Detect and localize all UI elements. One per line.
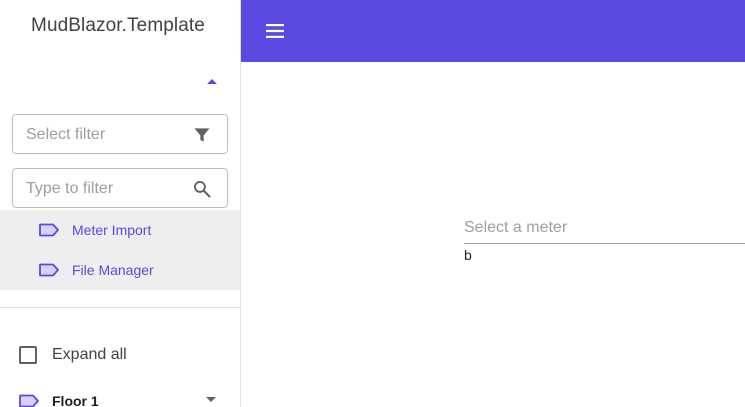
label-icon <box>38 223 60 237</box>
tree-item-label: Floor 1 <box>52 393 99 407</box>
nav-item-meter-import[interactable]: Meter Import <box>0 210 240 250</box>
select-meter-dropdown[interactable]: Select a meter <box>464 212 745 244</box>
type-to-filter-input[interactable]: Type to filter <box>12 168 228 208</box>
search-icon[interactable] <box>192 179 212 199</box>
app-bar <box>241 0 745 62</box>
nav-item-label: Meter Import <box>72 222 152 238</box>
nav-menu: Meter Import File Manager <box>0 210 240 290</box>
meter-value-text: b <box>464 247 472 263</box>
select-filter-dropdown[interactable]: Select filter <box>12 114 228 154</box>
label-icon <box>38 263 60 277</box>
filter-icon[interactable] <box>192 125 212 145</box>
hamburger-menu-icon[interactable] <box>263 19 287 43</box>
select-meter-placeholder: Select a meter <box>464 219 568 236</box>
expand-all-toggle[interactable]: Expand all <box>0 338 240 372</box>
nav-item-file-manager[interactable]: File Manager <box>0 250 240 290</box>
label-icon <box>18 394 40 407</box>
expand-all-label: Expand all <box>52 346 127 363</box>
main-content: Select a meter b <box>241 62 745 407</box>
caret-up-icon[interactable] <box>206 76 218 88</box>
expand-all-checkbox[interactable] <box>19 346 37 364</box>
select-filter-placeholder: Select filter <box>26 126 106 143</box>
app-title: MudBlazor.Template <box>31 15 205 36</box>
nav-item-label: File Manager <box>72 262 154 278</box>
type-to-filter-placeholder: Type to filter <box>26 180 114 197</box>
caret-down-icon[interactable] <box>205 396 217 404</box>
sidebar: MudBlazor.Template Select filter Type to… <box>0 0 241 407</box>
divider <box>0 307 240 308</box>
tree-item-floor-1[interactable]: Floor 1 <box>0 388 240 407</box>
